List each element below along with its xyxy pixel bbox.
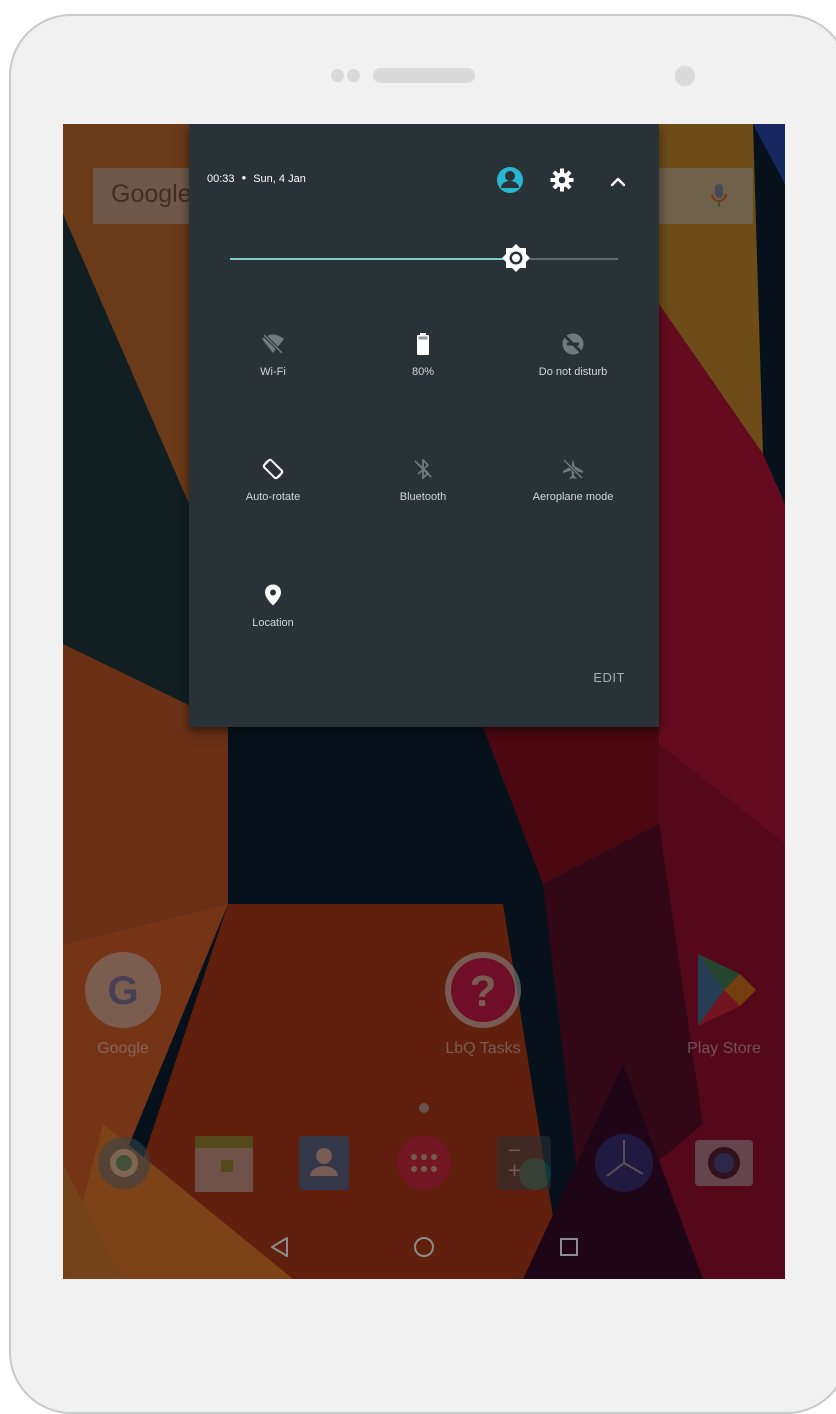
user-avatar-icon[interactable] (495, 165, 525, 195)
tile-battery[interactable]: 80% (348, 332, 498, 378)
wifi-off-icon (262, 333, 284, 355)
battery-icon (417, 333, 429, 355)
front-camera (675, 66, 695, 86)
tile-aeroplane-mode[interactable]: Aeroplane mode (498, 457, 648, 503)
sensor-dot (347, 69, 360, 82)
tile-label: 80% (411, 366, 435, 378)
tile-label: Do not disturb (538, 366, 608, 378)
brightness-slider-fill (230, 258, 516, 260)
tile-do-not-disturb[interactable]: Do not disturb (498, 332, 648, 378)
brightness-thumb-icon[interactable] (501, 243, 531, 273)
status-datetime: 00:33 • Sun, 4 Jan (207, 170, 306, 185)
tile-label: Bluetooth (399, 491, 447, 503)
tile-location[interactable]: Location (198, 583, 348, 629)
tile-bluetooth[interactable]: Bluetooth (348, 457, 498, 503)
status-time: 00:33 (207, 173, 235, 185)
tile-label: Aeroplane mode (532, 491, 614, 503)
sensor-dot (331, 69, 344, 82)
tile-wifi[interactable]: Wi-Fi (198, 332, 348, 378)
edit-button[interactable]: EDIT (593, 670, 625, 685)
earpiece-speaker (373, 68, 475, 83)
status-separator: • (241, 170, 247, 185)
quick-settings-panel: 00:33 • Sun, 4 Jan Wi-Fi 80% Do not dist… (189, 124, 659, 727)
tile-label: Auto-rotate (245, 491, 301, 503)
chevron-up-icon[interactable] (609, 174, 627, 188)
tile-auto-rotate[interactable]: Auto-rotate (198, 457, 348, 503)
status-date: Sun, 4 Jan (253, 173, 306, 185)
gear-icon[interactable] (550, 168, 574, 192)
do-not-disturb-off-icon (562, 333, 584, 355)
tile-label: Location (252, 617, 294, 629)
screen: Google G Google ? LbQ Tasks Play Store +… (63, 124, 785, 1279)
tile-label: Wi-Fi (260, 366, 286, 378)
bluetooth-off-icon (414, 459, 432, 479)
brightness-slider[interactable] (230, 244, 618, 272)
airplane-off-icon (562, 458, 584, 480)
auto-rotate-icon (262, 458, 284, 480)
location-pin-icon (265, 584, 281, 606)
